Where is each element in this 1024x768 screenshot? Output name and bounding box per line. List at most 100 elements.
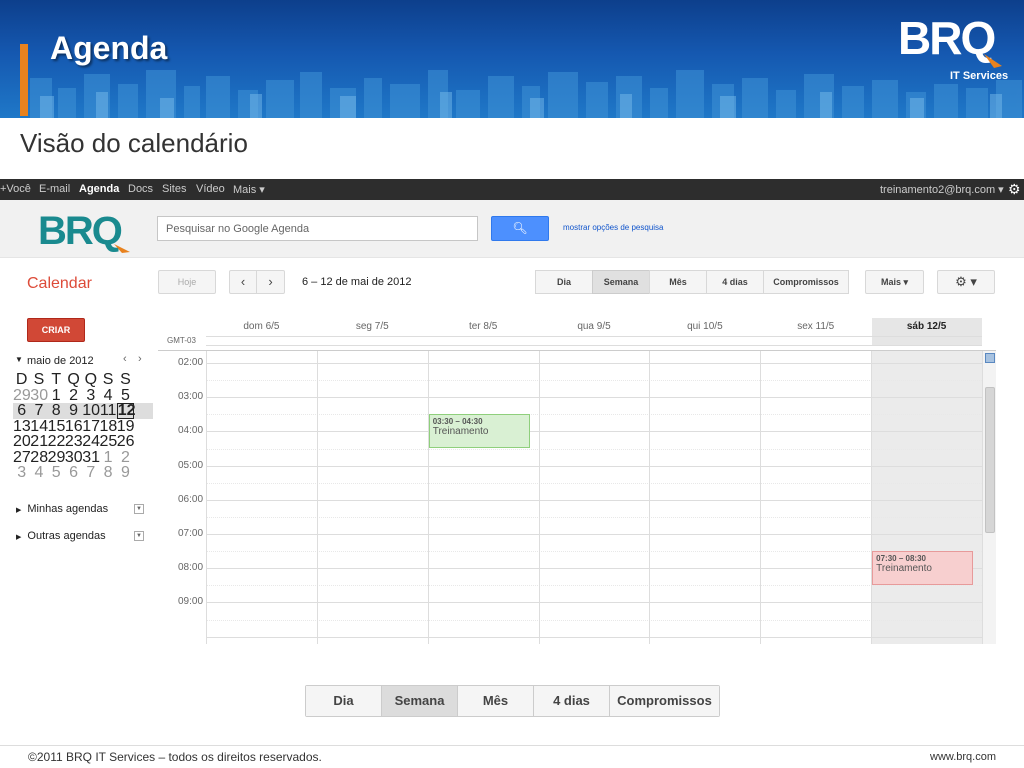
scrollbar[interactable]: [982, 351, 996, 644]
mini-calendar-day[interactable]: 9: [117, 465, 134, 481]
scroll-up-icon[interactable]: [985, 353, 995, 363]
mini-calendar-day[interactable]: 28: [30, 449, 48, 466]
mini-calendar-day[interactable]: 7: [82, 465, 99, 481]
mini-calendar-day[interactable]: 2: [65, 387, 82, 404]
mini-calendar-day[interactable]: 4: [99, 387, 116, 404]
accent-bar: [20, 44, 28, 116]
dropdown-icon[interactable]: ▼: [134, 531, 144, 541]
mini-calendar-day[interactable]: 29: [48, 449, 66, 466]
day-header[interactable]: seg 7/5: [317, 321, 428, 336]
mini-next-icon[interactable]: ›: [138, 353, 142, 365]
calendar-event[interactable]: 07:30 – 08:30 Treinamento: [872, 551, 974, 586]
mini-calendar-day[interactable]: 6: [65, 465, 82, 481]
zoom-view-4days[interactable]: 4 dias: [533, 686, 609, 716]
calendar-event[interactable]: 03:30 – 04:30 Treinamento: [428, 414, 530, 449]
mini-calendar-day[interactable]: 30: [30, 387, 48, 404]
collapse-icon[interactable]: ▼: [15, 355, 23, 364]
mini-calendar-day[interactable]: 3: [13, 465, 30, 481]
day-header[interactable]: qua 9/5: [539, 321, 650, 336]
search-input[interactable]: [157, 216, 478, 241]
zoom-view-day[interactable]: Dia: [306, 686, 381, 716]
mini-prev-icon[interactable]: ‹: [123, 353, 127, 365]
mini-calendar-day[interactable]: 12: [116, 403, 136, 419]
day-header[interactable]: qui 10/5: [649, 321, 760, 336]
footer-copyright: ©2011 BRQ IT Services – todos os direito…: [28, 750, 322, 764]
day-header[interactable]: sáb 12/5: [871, 321, 982, 336]
view-week-button[interactable]: Semana: [592, 270, 650, 294]
footer-divider: [0, 745, 1024, 746]
create-button[interactable]: CRIAR: [27, 318, 85, 342]
mini-calendar-day[interactable]: 18: [99, 418, 117, 435]
time-grid[interactable]: 02:00 03:00 04:00 05:00 06:00 07:00 08:00 09:00…: [158, 350, 996, 644]
mini-calendar-day[interactable]: 11: [99, 403, 117, 419]
today-button[interactable]: Hoje: [158, 270, 216, 294]
search-button[interactable]: 🔍︎: [491, 216, 549, 241]
mini-calendar-week: 3456789: [13, 465, 153, 481]
mini-calendar-dow: S: [33, 371, 45, 388]
mini-calendar-day[interactable]: 31: [82, 449, 100, 466]
mini-calendar-day[interactable]: 8: [99, 465, 116, 481]
gbar-link-voce[interactable]: +Você: [0, 183, 31, 195]
mini-calendar-day[interactable]: 1: [99, 449, 116, 466]
account-menu[interactable]: treinamento2@brq.com ▾: [880, 183, 1004, 196]
day-divider: [206, 351, 207, 644]
mini-calendar-day[interactable]: 8: [48, 403, 65, 419]
mini-calendar-day[interactable]: 30: [65, 449, 83, 466]
scrollbar-thumb[interactable]: [985, 387, 995, 533]
day-header[interactable]: sex 11/5: [760, 321, 871, 336]
other-calendars-section[interactable]: ▶ Outras agendas ▼: [16, 530, 144, 542]
mini-calendar-day[interactable]: 19: [117, 418, 135, 435]
mini-calendar-day[interactable]: 13: [13, 418, 31, 435]
mini-calendar-day[interactable]: 5: [117, 387, 134, 404]
mini-calendar-day[interactable]: 6: [13, 403, 30, 419]
mini-calendar-day[interactable]: 5: [48, 465, 65, 481]
view-4days-button[interactable]: 4 dias: [706, 270, 764, 294]
search-options-link[interactable]: mostrar opções de pesquisa: [563, 223, 664, 232]
mini-calendar-day[interactable]: 1: [48, 387, 65, 404]
view-agenda-button[interactable]: Compromissos: [763, 270, 849, 294]
settings-button[interactable]: ⚙ ▾: [937, 270, 995, 294]
mini-calendar-day[interactable]: 25: [99, 434, 117, 450]
mini-calendar-day[interactable]: 24: [82, 434, 100, 450]
zoom-view-week[interactable]: Semana: [381, 686, 457, 716]
dropdown-icon[interactable]: ▼: [134, 504, 144, 514]
expand-icon: ▶: [16, 507, 22, 514]
mini-calendar-day[interactable]: 22: [48, 434, 66, 450]
all-day-row[interactable]: [206, 336, 982, 346]
mini-calendar-day[interactable]: 17: [82, 418, 100, 435]
mini-calendar-day[interactable]: 2: [117, 449, 134, 466]
zoom-view-agenda[interactable]: Compromissos: [609, 686, 719, 716]
gbar-link-docs[interactable]: Docs: [128, 183, 153, 195]
gbar-link-mais[interactable]: Mais ▾: [233, 183, 265, 196]
mini-calendar-day[interactable]: 20: [13, 434, 31, 450]
gbar-link-agenda[interactable]: Agenda: [79, 183, 119, 195]
gbar-link-video[interactable]: Vídeo: [196, 183, 225, 195]
mini-calendar-day[interactable]: 9: [65, 403, 82, 419]
mini-calendar-day[interactable]: 15: [48, 418, 66, 435]
prev-button[interactable]: ‹: [229, 270, 257, 294]
next-button[interactable]: ›: [256, 270, 285, 294]
more-button[interactable]: Mais ▾: [865, 270, 924, 294]
mini-calendar-day[interactable]: 23: [65, 434, 83, 450]
view-month-button[interactable]: Mês: [649, 270, 707, 294]
mini-calendar-day[interactable]: 10: [82, 403, 100, 419]
zoom-view-month[interactable]: Mês: [457, 686, 533, 716]
mini-calendar-day[interactable]: 21: [30, 434, 48, 450]
mini-calendar-day[interactable]: 16: [65, 418, 83, 435]
mini-calendar-day[interactable]: 29: [13, 387, 31, 404]
gbar-link-sites[interactable]: Sites: [162, 183, 186, 195]
app-label: Calendar: [27, 275, 92, 292]
hour-line: [206, 602, 982, 604]
my-calendars-section[interactable]: ▶ Minhas agendas ▼: [16, 503, 144, 515]
mini-calendar-day[interactable]: 26: [117, 434, 135, 450]
day-header[interactable]: dom 6/5: [206, 321, 317, 336]
mini-calendar-day[interactable]: 3: [82, 387, 99, 404]
mini-calendar-day[interactable]: 14: [30, 418, 48, 435]
gear-icon[interactable]: ⚙: [1008, 181, 1021, 198]
day-header[interactable]: ter 8/5: [428, 321, 539, 336]
gbar-link-email[interactable]: E-mail: [39, 183, 70, 195]
mini-calendar-day[interactable]: 27: [13, 449, 31, 466]
mini-calendar-day[interactable]: 7: [30, 403, 47, 419]
mini-calendar-day[interactable]: 4: [30, 465, 47, 481]
view-day-button[interactable]: Dia: [535, 270, 593, 294]
